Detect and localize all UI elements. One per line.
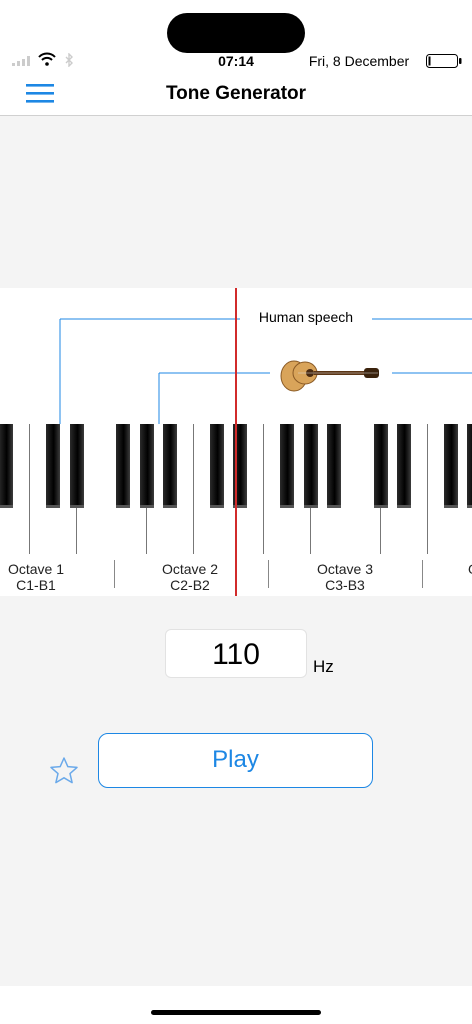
nav-bar: Tone Generator (0, 72, 472, 116)
black-key[interactable] (280, 424, 295, 508)
black-key[interactable] (327, 424, 341, 508)
play-button[interactable]: Play (98, 733, 373, 788)
black-key[interactable] (397, 424, 412, 508)
octave-name: Octave 3 (316, 561, 374, 577)
page-title: Tone Generator (165, 83, 307, 104)
octave-1[interactable]: Octave 1 C1-B1 (0, 554, 113, 596)
octave-2[interactable]: Octave 2 C2-B2 (113, 554, 267, 596)
wifi-icon (38, 52, 56, 66)
black-key[interactable] (0, 424, 14, 508)
signal-icon (12, 56, 30, 66)
dynamic-island (167, 13, 305, 53)
octave-4[interactable]: O (468, 554, 472, 596)
status-date: Fri, 8 December (308, 53, 410, 69)
octave-range: C1-B1 (16, 577, 56, 593)
frequency-input[interactable]: 110 (165, 629, 307, 678)
battery-icon (426, 54, 462, 68)
bluetooth-icon (65, 53, 73, 67)
keyboard-panel[interactable]: Human speech Octave 1 C1-B1 Octave 2 C2-… (0, 288, 472, 596)
black-key[interactable] (373, 424, 388, 508)
black-key[interactable] (467, 424, 472, 508)
black-key[interactable] (210, 424, 224, 508)
black-key[interactable] (163, 424, 178, 508)
status-time: 07:14 (218, 53, 254, 69)
octave-range: C2-B2 (170, 577, 210, 593)
black-key[interactable] (46, 424, 61, 508)
octave-range: C3-B3 (325, 577, 365, 593)
frequency-playhead[interactable] (235, 288, 237, 596)
frequency-unit: Hz (313, 657, 334, 676)
black-key[interactable] (444, 424, 458, 508)
star-icon[interactable] (49, 756, 79, 786)
human-speech-label: Human speech (246, 309, 366, 325)
home-indicator (151, 1010, 321, 1015)
guitar-icon (280, 360, 379, 392)
black-key[interactable] (139, 424, 154, 508)
black-key[interactable] (303, 424, 318, 508)
octave-divider (422, 560, 423, 588)
octave-3[interactable]: Octave 3 C3-B3 (268, 554, 422, 596)
black-key[interactable] (116, 424, 131, 508)
black-key[interactable] (69, 424, 84, 508)
octave-name: O (468, 561, 472, 577)
octave-name: Octave 2 (161, 561, 219, 577)
status-bar: 07:14 Fri, 8 December (0, 0, 472, 72)
octave-name: Octave 1 (7, 561, 65, 577)
bottom-bar (0, 986, 472, 1024)
